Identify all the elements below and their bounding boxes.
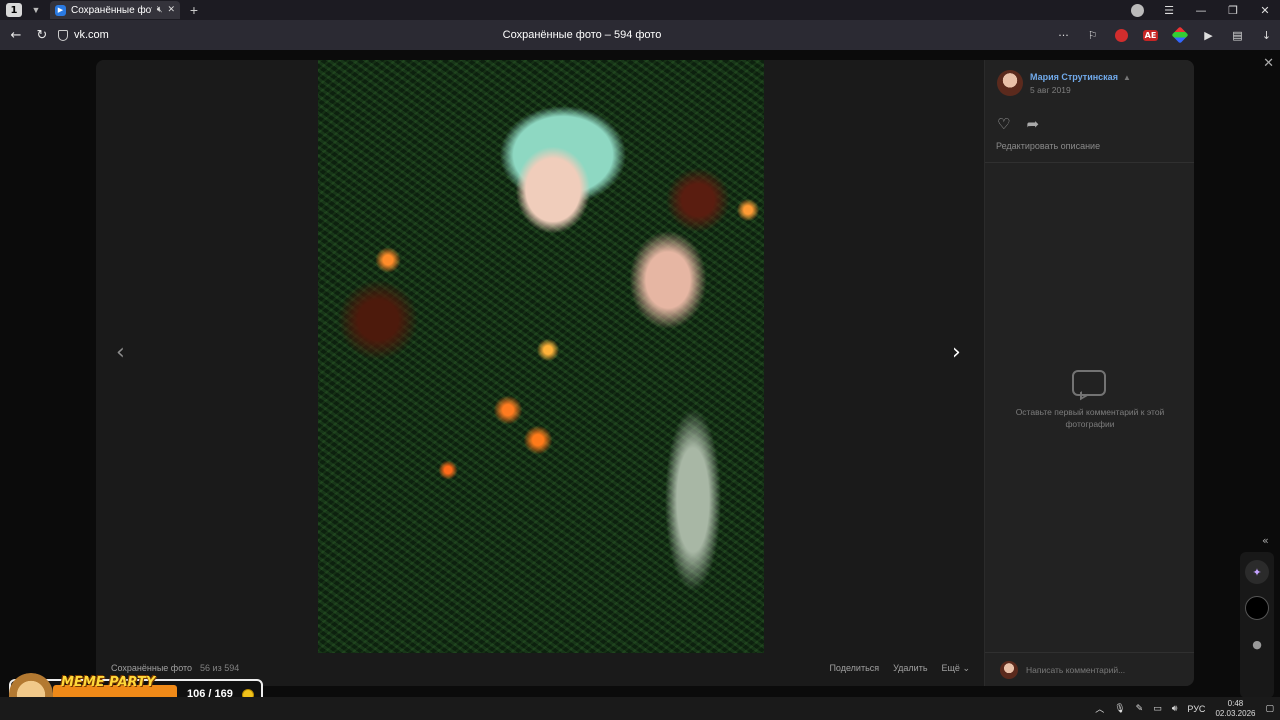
new-tab-button[interactable]: + [186, 2, 202, 18]
url-text: vk.com [74, 29, 109, 41]
photo[interactable] [318, 60, 764, 653]
author-name[interactable]: Мария Струтинская [1030, 72, 1118, 82]
photo-area: ‹ › Сохранённые фото 56 из 594 Поделитьс… [96, 60, 984, 686]
restore-icon[interactable]: ❐ [1226, 4, 1240, 17]
language-indicator[interactable]: РУС [1187, 704, 1205, 714]
chevron-down-icon: ⌄ [962, 663, 970, 673]
pen-icon[interactable]: ✎ [1136, 704, 1144, 714]
share-icon[interactable]: ➦ [1026, 115, 1039, 133]
clock-time: 0:48 [1227, 698, 1244, 708]
reaction-actions: ♡ ➦ [997, 115, 1039, 133]
floating-panel: ✦ ● [1240, 552, 1274, 698]
system-tray: ︿ 🎙︎ ✎ ▭ 🔊︎ РУС 0:48 02.03.2026 ▢ [1095, 697, 1274, 720]
tab-title: Сохранённые фото [71, 4, 152, 16]
photo-position: 56 из 594 [200, 663, 240, 673]
taskbar: ︿ 🎙︎ ✎ ▭ 🔊︎ РУС 0:48 02.03.2026 ▢ [0, 697, 1280, 720]
shield-icon[interactable] [58, 29, 68, 41]
chat-icon[interactable]: ● [1245, 632, 1269, 656]
microphone-icon[interactable]: 🎙︎ [1114, 704, 1125, 714]
extension-ae-icon[interactable]: AE [1142, 28, 1159, 43]
network-icon[interactable]: ▭ [1153, 704, 1162, 714]
extension-puzzle-icon[interactable] [1171, 26, 1188, 44]
minimize-icon[interactable]: — [1194, 4, 1208, 17]
menu-icon[interactable]: ☰ [1162, 4, 1176, 17]
butterfly-icon[interactable]: ✦ [1245, 560, 1269, 584]
assistant-avatar[interactable] [1245, 596, 1269, 620]
close-viewer-icon[interactable]: ✕ [1263, 56, 1274, 71]
clock-date: 02.03.2026 [1215, 708, 1256, 718]
volume-icon[interactable]: 🔊︎ [1172, 704, 1178, 714]
comment-input[interactable]: Написать комментарий... [1026, 665, 1125, 675]
photo-viewer: ‹ › Сохранённые фото 56 из 594 Поделитьс… [96, 60, 1194, 686]
like-icon[interactable]: ♡ [997, 115, 1010, 133]
edit-description-link[interactable]: Редактировать описание [996, 141, 1100, 151]
previous-photo-icon[interactable]: ‹ [116, 340, 125, 365]
tab-counter[interactable]: 1 [6, 3, 22, 17]
commenter-avatar [1000, 660, 1018, 679]
address-bar-tools: ··· ⚐ AE ▶ ▤ ↓ [1056, 20, 1280, 50]
avatar[interactable] [997, 70, 1023, 96]
photo-date: 5 авг 2019 [1030, 84, 1071, 95]
album-link[interactable]: Сохранённые фото [111, 663, 192, 673]
close-tab-icon[interactable]: ✕ [167, 5, 175, 15]
photo-actions: Поделиться Удалить Ещё ⌄ [829, 663, 970, 674]
album-info: Сохранённые фото 56 из 594 [111, 663, 239, 673]
delete-button[interactable]: Удалить [893, 663, 927, 674]
comment-input-bar[interactable]: Написать комментарий... [985, 652, 1194, 686]
profile-icon[interactable] [1131, 3, 1144, 17]
meme-party-logo: MEME PARTY [61, 675, 156, 690]
page-backdrop: ‹ › Сохранённые фото 56 из 594 Поделитьс… [0, 50, 1280, 720]
empty-comments-text: Оставьте первый комментарий к этой фотог… [1015, 407, 1165, 429]
vk-favicon-icon: ▶ [55, 4, 66, 16]
reload-button[interactable]: ↻ [32, 25, 52, 45]
notifications-icon[interactable]: ▢ [1265, 704, 1274, 714]
reader-icon[interactable]: ▤ [1230, 28, 1245, 43]
media-play-icon[interactable]: ▶ [1201, 28, 1216, 43]
tab-list-chevron-icon[interactable]: ▼ [26, 2, 46, 18]
comments-icon [1072, 370, 1108, 400]
tray-expand-icon[interactable]: ︿ [1095, 702, 1104, 715]
browser-tab-bar: 1 ▼ ▶ Сохранённые фото 🔇︎ ✕ + ☰ — ❐ ✕ [0, 0, 1280, 20]
next-photo-icon[interactable]: › [952, 340, 961, 365]
collapse-panel-icon[interactable]: « [1262, 534, 1269, 547]
empty-comments: Оставьте первый комментарий к этой фотог… [985, 370, 1194, 430]
clock[interactable]: 0:48 02.03.2026 [1215, 699, 1255, 719]
share-button[interactable]: Поделиться [829, 663, 879, 674]
window-controls: ☰ — ❐ ✕ [1131, 0, 1272, 20]
author-chevron-icon[interactable]: ▲ [1123, 73, 1131, 82]
extension-red-icon[interactable] [1114, 28, 1129, 43]
browser-tab[interactable]: ▶ Сохранённые фото 🔇︎ ✕ [50, 1, 180, 19]
address-bar: ← ↻ vk.com Сохранённые фото – 594 фото ·… [0, 20, 1280, 50]
download-icon[interactable]: ↓ [1259, 28, 1274, 43]
more-label: Ещё [941, 663, 960, 673]
close-window-icon[interactable]: ✕ [1258, 4, 1272, 17]
more-icon[interactable]: ··· [1056, 28, 1071, 43]
side-panel: Мария Струтинская 5 авг 2019 ▲ ♡ ➦ Редак… [984, 60, 1194, 686]
bookmark-icon[interactable]: ⚐ [1085, 28, 1100, 43]
more-button[interactable]: Ещё ⌄ [942, 663, 970, 674]
speaker-mute-icon[interactable]: 🔇︎ [157, 5, 163, 15]
url-field[interactable]: vk.com [58, 29, 109, 41]
page-title: Сохранённые фото – 594 фото [502, 29, 662, 41]
author-block: Мария Струтинская 5 авг 2019 [997, 70, 1118, 96]
back-button[interactable]: ← [6, 25, 26, 45]
divider [985, 162, 1194, 163]
